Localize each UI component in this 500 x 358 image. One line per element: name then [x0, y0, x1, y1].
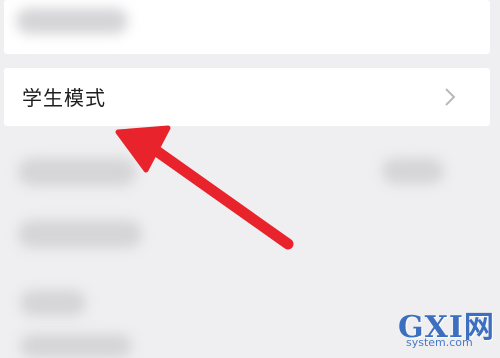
- watermark: GXI网 system.com: [398, 302, 498, 352]
- watermark-site: system.com: [406, 336, 473, 349]
